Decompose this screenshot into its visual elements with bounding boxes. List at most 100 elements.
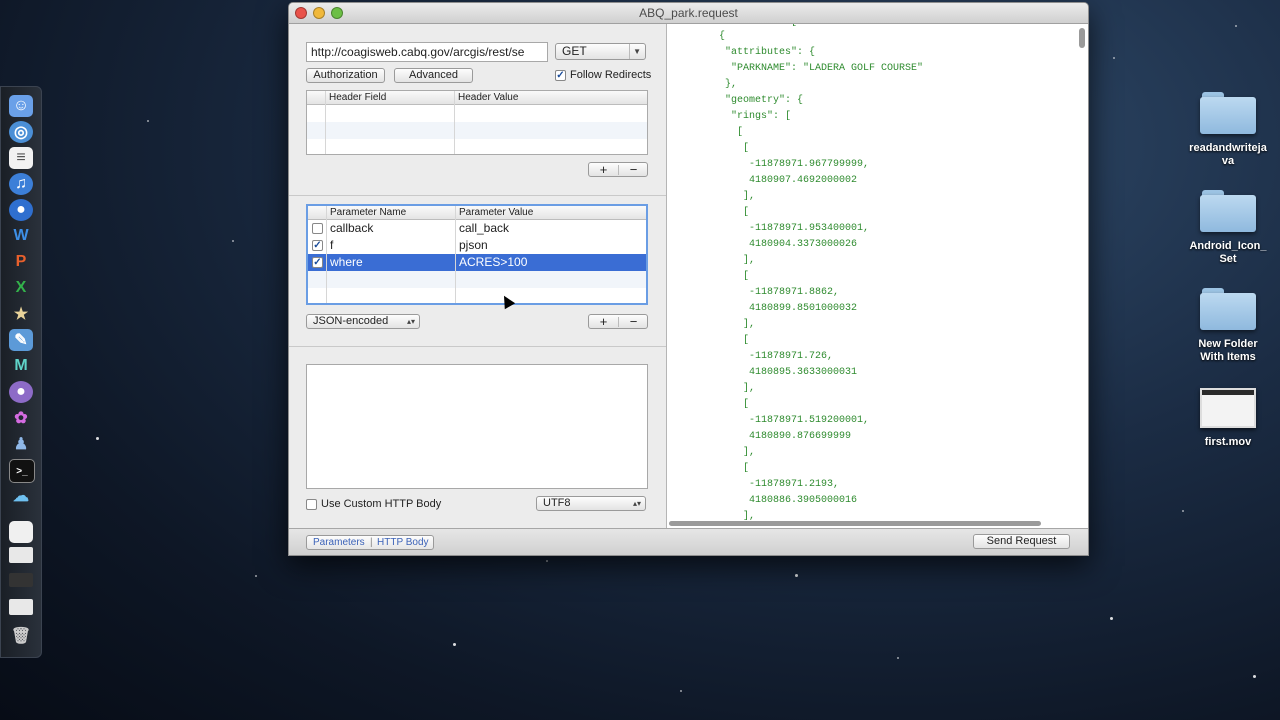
response-json-line: "rings": [ bbox=[707, 111, 792, 122]
m-app-icon[interactable]: M bbox=[9, 355, 33, 377]
response-json-line: ], bbox=[707, 191, 756, 202]
vertical-scrollbar[interactable] bbox=[1079, 28, 1085, 48]
response-json-line: [ bbox=[707, 399, 750, 410]
authorization-button[interactable]: Authorization bbox=[306, 68, 385, 83]
penguin-icon[interactable]: ♟ bbox=[9, 433, 33, 455]
response-json-line: 4180904.3373000026 bbox=[707, 239, 858, 250]
star bbox=[1253, 675, 1256, 678]
column-header[interactable]: Parameter Value bbox=[459, 206, 533, 219]
cloud-icon[interactable]: ☁ bbox=[9, 485, 33, 507]
response-json-line: "features": [ bbox=[707, 24, 797, 28]
headers-table[interactable]: Header Field Header Value bbox=[306, 90, 648, 155]
textedit-icon[interactable]: ≡ bbox=[9, 147, 33, 169]
tab-http-body[interactable]: HTTP Body bbox=[377, 536, 429, 549]
horizontal-scrollbar[interactable] bbox=[669, 521, 1041, 526]
globe-icon[interactable]: ● bbox=[9, 199, 33, 221]
window-icon[interactable] bbox=[9, 547, 33, 563]
table-row-selected[interactable]: ✓ where ACRES>100 bbox=[308, 254, 646, 271]
follow-redirects-label: Follow Redirects bbox=[570, 69, 652, 81]
add-header-button[interactable]: + bbox=[589, 163, 618, 176]
star bbox=[453, 643, 456, 646]
tab-parameters[interactable]: Parameters bbox=[313, 536, 365, 549]
orb-icon[interactable]: ● bbox=[9, 381, 33, 403]
add-parameter-button[interactable]: + bbox=[589, 315, 618, 328]
finder-icon[interactable]: ☺ bbox=[9, 95, 33, 117]
safari-icon[interactable]: ◎ bbox=[9, 121, 33, 143]
charset-value: UTF8 bbox=[543, 497, 571, 509]
desktop-item-label: first.mov bbox=[1204, 436, 1252, 448]
column-header[interactable]: Header Field bbox=[329, 91, 386, 104]
encoding-value: JSON-encoded bbox=[313, 315, 389, 327]
word-icon[interactable]: W bbox=[9, 225, 33, 247]
table-row[interactable] bbox=[307, 122, 647, 139]
star bbox=[1235, 25, 1237, 27]
updown-arrows-icon: ▴▾ bbox=[632, 499, 641, 508]
encoding-select[interactable]: JSON-encoded ▴▾ bbox=[306, 314, 420, 329]
response-json-line: [ bbox=[707, 127, 744, 138]
parameter-value[interactable]: pjson bbox=[459, 237, 488, 254]
row-enabled-checkbox[interactable]: ✓ bbox=[312, 240, 323, 251]
url-field[interactable]: http://coagisweb.cabq.gov/arcgis/rest/se bbox=[306, 42, 548, 62]
desktop-folder-readandwritejava[interactable]: readandwritejava bbox=[1178, 92, 1278, 168]
remove-header-button[interactable]: − bbox=[619, 163, 648, 176]
response-json-line: [ bbox=[707, 207, 750, 218]
response-json-line: -11878971.953400001, bbox=[707, 223, 870, 234]
response-pane[interactable]: "features": [ { "attributes": { "PARKNAM… bbox=[667, 24, 1088, 528]
column-header[interactable]: Parameter Name bbox=[330, 206, 406, 219]
xcode-icon[interactable]: ✎ bbox=[9, 329, 33, 351]
movie-thumbnail-icon bbox=[1200, 388, 1256, 428]
parameters-table[interactable]: Parameter Name Parameter Value callback … bbox=[306, 204, 648, 305]
desktop-file-first-mov[interactable]: first.mov bbox=[1178, 388, 1278, 449]
remove-parameter-button[interactable]: − bbox=[619, 315, 648, 328]
method-select[interactable]: GET ▼ bbox=[555, 43, 646, 60]
view-tabs: Parameters | HTTP Body bbox=[306, 535, 434, 550]
disk-icon[interactable] bbox=[9, 573, 33, 587]
response-json-line: 4180895.3633000031 bbox=[707, 367, 858, 378]
send-request-button[interactable]: Send Request bbox=[973, 534, 1070, 549]
row-enabled-checkbox[interactable] bbox=[312, 223, 323, 234]
parameter-name[interactable]: f bbox=[330, 237, 333, 254]
star bbox=[1113, 57, 1115, 59]
itunes-icon[interactable]: ♫ bbox=[9, 173, 33, 195]
column-header[interactable]: Header Value bbox=[458, 91, 518, 104]
advanced-button[interactable]: Advanced bbox=[394, 68, 473, 83]
document-icon[interactable] bbox=[9, 521, 33, 543]
follow-redirects-checkbox[interactable]: ✓ bbox=[555, 70, 566, 81]
window2-icon[interactable] bbox=[9, 599, 33, 615]
desktop-folder-new-folder[interactable]: New Folder With Items bbox=[1178, 288, 1278, 364]
parameter-name[interactable]: where bbox=[330, 254, 363, 271]
powerpoint-icon[interactable]: P bbox=[9, 251, 33, 273]
response-json-line: -11878971.2193, bbox=[707, 479, 840, 490]
headers-add-remove: + − bbox=[588, 162, 648, 177]
flower-icon[interactable]: ✿ bbox=[9, 407, 33, 429]
chevron-down-icon: ▼ bbox=[629, 44, 641, 59]
response-json-line: { bbox=[707, 31, 726, 42]
terminal-icon[interactable]: >_ bbox=[9, 459, 35, 483]
response-json-line: "geometry": { bbox=[707, 95, 804, 106]
bottom-bar: Parameters | HTTP Body Send Request bbox=[289, 528, 1088, 555]
star-icon[interactable]: ★ bbox=[9, 303, 33, 325]
excel-icon[interactable]: X bbox=[9, 277, 33, 299]
response-json-line: "attributes": { bbox=[707, 47, 816, 58]
table-row[interactable] bbox=[308, 271, 646, 288]
star bbox=[96, 437, 99, 440]
table-row[interactable]: callback call_back bbox=[308, 220, 646, 237]
response-json-line: ], bbox=[707, 255, 756, 266]
parameter-name[interactable]: callback bbox=[330, 220, 373, 237]
parameter-value[interactable]: call_back bbox=[459, 220, 509, 237]
parameter-value[interactable]: ACRES>100 bbox=[459, 254, 527, 271]
title-bar[interactable]: ABQ_park.request bbox=[289, 3, 1088, 24]
star bbox=[147, 120, 149, 122]
desktop-folder-android-icon-set[interactable]: Android_Icon_Set bbox=[1178, 190, 1278, 266]
star bbox=[1110, 617, 1113, 620]
row-enabled-checkbox[interactable]: ✓ bbox=[312, 257, 323, 268]
http-body-textarea[interactable] bbox=[306, 364, 648, 489]
folder-icon bbox=[1200, 190, 1256, 232]
use-custom-body-checkbox[interactable] bbox=[306, 499, 317, 510]
request-pane: http://coagisweb.cabq.gov/arcgis/rest/se… bbox=[289, 24, 666, 528]
method-value: GET bbox=[562, 44, 587, 58]
charset-select[interactable]: UTF8 ▴▾ bbox=[536, 496, 646, 511]
table-row[interactable]: ✓ f pjson bbox=[308, 237, 646, 254]
trash-icon[interactable]: 🗑 bbox=[9, 625, 33, 647]
window-title: ABQ_park.request bbox=[639, 6, 738, 20]
